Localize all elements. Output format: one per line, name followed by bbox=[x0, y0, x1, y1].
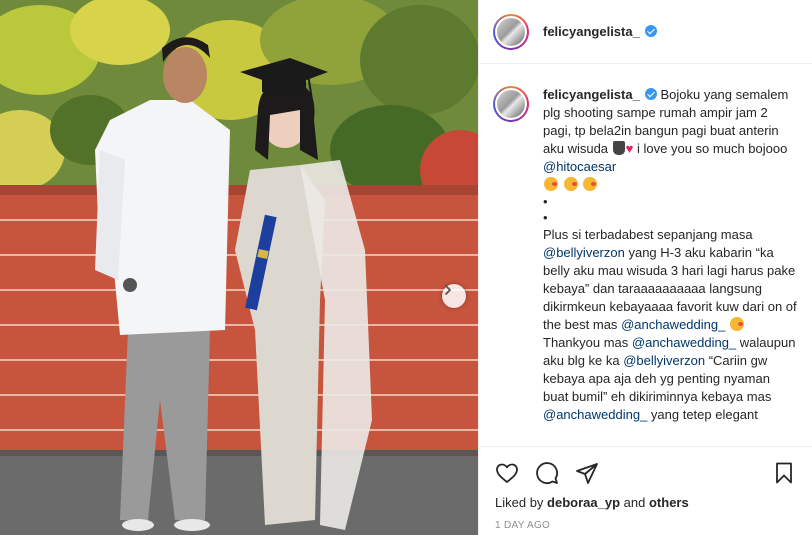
caption-part: Thankyou mas bbox=[543, 335, 629, 350]
photo-illustration bbox=[0, 0, 478, 535]
post-header: felicyangelista_ bbox=[479, 0, 812, 64]
dot-separator: • bbox=[543, 194, 548, 209]
caption-avatar[interactable] bbox=[493, 86, 529, 122]
mention-link[interactable]: @hitocaesar bbox=[543, 159, 616, 174]
header-username-text[interactable]: felicyangelista_ bbox=[543, 24, 640, 39]
caption-part: i love you so much bojooo bbox=[637, 141, 788, 156]
caption-part: Plus si terbadabest sepanjang masa bbox=[543, 227, 753, 242]
heart-emoji-icon: ♥ bbox=[625, 141, 634, 156]
mention-link[interactable]: @anchawedding_ bbox=[543, 407, 647, 422]
post-sidebar: felicyangelista_ felicyangelista_ Bojoku… bbox=[478, 0, 812, 535]
bookmark-icon bbox=[776, 462, 792, 484]
heart-icon bbox=[496, 463, 518, 483]
instagram-post: felicyangelista_ felicyangelista_ Bojoku… bbox=[0, 0, 812, 535]
chevron-right-icon bbox=[445, 285, 451, 295]
caption-text: felicyangelista_ Bojoku yang semalem plg… bbox=[543, 86, 798, 446]
mention-link[interactable]: @bellyiverzon bbox=[623, 353, 705, 368]
dot-separator: • bbox=[543, 210, 548, 225]
caption-section: felicyangelista_ Bojoku yang semalem plg… bbox=[479, 64, 812, 446]
kiss-emoji-icon bbox=[563, 177, 578, 191]
share-button[interactable] bbox=[573, 459, 601, 487]
share-icon bbox=[576, 463, 598, 484]
comment-button[interactable] bbox=[533, 459, 561, 487]
kiss-emoji-icon bbox=[583, 177, 598, 191]
caption-avatar-image bbox=[497, 90, 525, 118]
likes-prefix: Liked by bbox=[495, 495, 544, 510]
action-bar bbox=[479, 447, 812, 487]
verified-badge-icon bbox=[644, 25, 657, 37]
like-button[interactable] bbox=[493, 459, 521, 487]
graduation-emoji-icon bbox=[612, 141, 625, 155]
mention-link[interactable]: @anchawedding_ bbox=[621, 317, 725, 332]
caption-part: yang tetep elegant bbox=[650, 407, 758, 422]
likes-and: and bbox=[623, 495, 646, 510]
kiss-emoji-icon bbox=[544, 177, 558, 191]
liked-by-others[interactable]: others bbox=[649, 495, 689, 510]
caption-username[interactable]: felicyangelista_ bbox=[543, 87, 640, 102]
verified-badge-icon bbox=[644, 88, 657, 100]
post-photo[interactable] bbox=[0, 0, 478, 535]
comment-icon bbox=[536, 462, 558, 484]
kiss-emoji-icon bbox=[729, 317, 744, 331]
avatar-image bbox=[497, 17, 525, 46]
mention-link[interactable]: @bellyiverzon bbox=[543, 245, 625, 260]
post-footer: Liked by deboraa_yp and others 1 DAY AGO bbox=[479, 446, 812, 535]
likes-summary: Liked by deboraa_yp and others bbox=[479, 487, 812, 510]
save-button[interactable] bbox=[770, 459, 798, 487]
mention-link[interactable]: @anchawedding_ bbox=[632, 335, 736, 350]
header-username[interactable]: felicyangelista_ bbox=[543, 24, 657, 39]
avatar[interactable] bbox=[493, 13, 529, 50]
post-timestamp[interactable]: 1 DAY AGO bbox=[479, 510, 812, 531]
next-photo-button[interactable] bbox=[442, 284, 466, 308]
liked-by-user[interactable]: deboraa_yp bbox=[547, 495, 620, 510]
